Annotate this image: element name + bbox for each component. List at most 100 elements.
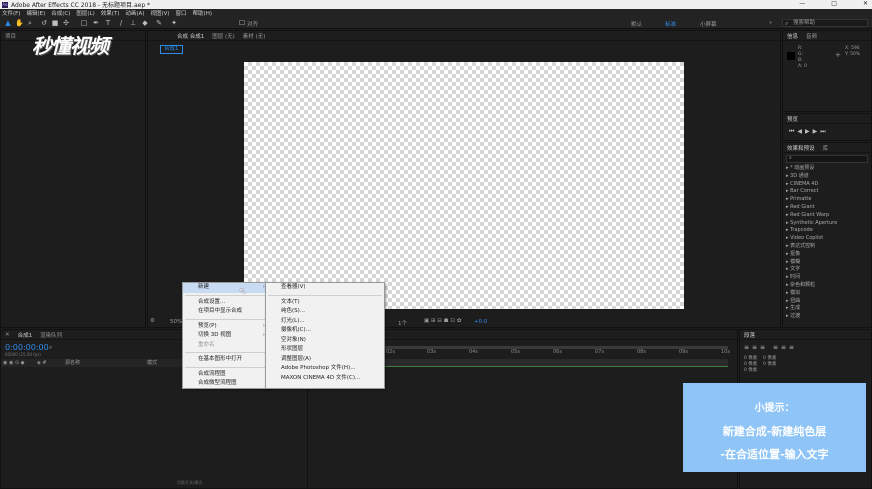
eraser-tool-icon[interactable]: ◆ bbox=[141, 19, 149, 27]
workspace-more-icon[interactable]: » bbox=[769, 20, 772, 26]
view-layout-select[interactable]: 1个 bbox=[398, 319, 407, 327]
submenu-item-text[interactable]: 文本(T) bbox=[266, 298, 384, 308]
effects-item[interactable]: ▸ Red Giant Warp bbox=[783, 212, 871, 220]
rectangle-tool-icon[interactable]: □ bbox=[80, 19, 88, 27]
maximize-button[interactable]: □ bbox=[831, 0, 837, 7]
menu-view[interactable]: 视图(V) bbox=[150, 9, 169, 17]
tab-info[interactable]: 信息 bbox=[787, 32, 798, 40]
puppet-tool-icon[interactable]: ✦ bbox=[170, 19, 178, 27]
effects-item[interactable]: ▸ 抠像 bbox=[783, 251, 871, 259]
menu-item-preview[interactable]: 预览(P) › bbox=[183, 322, 269, 332]
effects-item[interactable]: ▸ Trapcode bbox=[783, 227, 871, 235]
zoom-select[interactable]: 50% bbox=[170, 319, 182, 325]
effects-item[interactable]: ▸ 模拟 bbox=[783, 290, 871, 298]
effects-item[interactable]: ▸ Bar Correct bbox=[783, 188, 871, 196]
menu-item-reveal-in-project[interactable]: 在项目中显示合成 bbox=[183, 307, 269, 317]
menu-window[interactable]: 窗口 bbox=[176, 9, 187, 17]
search-help-field[interactable]: ⌕ 搜索帮助 bbox=[782, 19, 868, 27]
effects-item[interactable]: ▸ Primatte bbox=[783, 196, 871, 204]
submenu-item-adjustment-layer[interactable]: 调整图层(A) bbox=[266, 355, 384, 365]
submenu-item-shape-layer[interactable]: 形状图层 bbox=[266, 345, 384, 355]
composition-breadcrumb[interactable]: 合成1 bbox=[160, 45, 183, 54]
brush-tool-icon[interactable]: / bbox=[117, 19, 125, 27]
submenu-item-null-object[interactable]: 空对象(N) bbox=[266, 336, 384, 346]
close-tab-icon[interactable]: ✕ bbox=[5, 332, 10, 338]
submenu-item-solid[interactable]: 纯色(S)... bbox=[266, 307, 384, 317]
timecode-display[interactable]: 0:00:00:00 bbox=[5, 343, 49, 352]
effects-item[interactable]: ▸ CINEMA 4D bbox=[783, 181, 871, 189]
tab-layer[interactable]: 图层 (无) bbox=[212, 32, 235, 40]
workspace-default[interactable]: 默认 bbox=[631, 20, 642, 28]
tab-effects-presets[interactable]: 效果和预设 bbox=[787, 144, 815, 152]
submenu-item-light[interactable]: 灯光(L)... bbox=[266, 317, 384, 327]
col-source-name[interactable]: 源名称 bbox=[65, 359, 80, 367]
effects-item[interactable]: ▸ 表达式控制 bbox=[783, 243, 871, 251]
switches-icon[interactable]: ◉ ◉ ⊙ ◆ bbox=[3, 359, 25, 367]
minimize-button[interactable]: — bbox=[799, 0, 805, 7]
composition-canvas[interactable] bbox=[244, 62, 684, 309]
submenu-item-photoshop-file[interactable]: Adobe Photoshop 文件(H)... bbox=[266, 364, 384, 374]
menu-help[interactable]: 帮助(H) bbox=[193, 9, 212, 17]
tab-render-queue[interactable]: 渲染队列 bbox=[40, 331, 62, 339]
exposure-value[interactable]: +0.0 bbox=[474, 319, 487, 325]
toggle-switches-modes[interactable]: 切换开关/模式 bbox=[177, 480, 202, 486]
menu-file[interactable]: 文件(F) bbox=[2, 9, 20, 17]
menu-item-comp-settings[interactable]: 合成设置... bbox=[183, 298, 269, 308]
col-mode[interactable]: 模式 bbox=[147, 359, 157, 367]
tab-composition[interactable]: 合成 合成1 bbox=[177, 32, 204, 40]
menu-effect[interactable]: 效果(T) bbox=[101, 9, 120, 17]
zoom-tool-icon[interactable]: ⌕ bbox=[26, 19, 34, 27]
submenu-item-camera[interactable]: 摄像机(C)... bbox=[266, 326, 384, 336]
pan-behind-tool-icon[interactable]: ✣ bbox=[62, 19, 70, 27]
menu-item-comp-mini-flowchart[interactable]: 合成微型流程图 bbox=[183, 379, 269, 389]
effects-item[interactable]: ▸ Synthetic Aperture bbox=[783, 220, 871, 228]
menu-animation[interactable]: 动画(A) bbox=[125, 9, 144, 17]
effects-item[interactable]: ▸ 时间 bbox=[783, 274, 871, 282]
close-button[interactable]: ✕ bbox=[863, 0, 868, 7]
clone-stamp-tool-icon[interactable]: ⊥ bbox=[129, 19, 137, 27]
selection-tool-icon[interactable]: ▲ bbox=[4, 19, 12, 27]
roto-brush-tool-icon[interactable]: ✎ bbox=[155, 19, 163, 27]
menu-item-comp-flowchart[interactable]: 合成流程图 bbox=[183, 370, 269, 380]
tab-preview[interactable]: 预览 bbox=[787, 115, 798, 123]
rotate-tool-icon[interactable]: ↺ bbox=[40, 19, 48, 27]
submenu-item-cinema4d-file[interactable]: MAXON CINEMA 4D 文件(C)... bbox=[266, 374, 384, 384]
effects-item[interactable]: ▸ * 动画预设 bbox=[783, 165, 871, 173]
text-tool-icon[interactable]: T bbox=[104, 19, 112, 27]
workspace-standard[interactable]: 标准 bbox=[665, 20, 676, 28]
align-buttons[interactable]: ≡≡≡ ≡≡≡ bbox=[744, 344, 797, 351]
tab-audio[interactable]: 音频 bbox=[806, 32, 817, 40]
submenu-item-viewer[interactable]: 查看器(V) bbox=[266, 283, 384, 293]
effects-item[interactable]: ▸ 生成 bbox=[783, 305, 871, 313]
context-menu: 新建 › 合成设置... 在项目中显示合成 预览(P) › 切换 3D 视图 › 重命… bbox=[182, 282, 270, 389]
magnify-icon[interactable]: ⚙ bbox=[150, 318, 155, 324]
ruler-tick: 10s bbox=[721, 349, 730, 355]
effects-item[interactable]: ▸ 3D 通道 bbox=[783, 173, 871, 181]
workspace-small-screen[interactable]: 小屏幕 bbox=[700, 20, 717, 28]
effects-item[interactable]: ▸ 过渡 bbox=[783, 313, 871, 321]
tab-project[interactable]: 项目 bbox=[5, 32, 16, 40]
tab-libraries[interactable]: 库 bbox=[823, 144, 829, 152]
snap-checkbox-icon[interactable]: ☐ bbox=[238, 19, 246, 27]
timeline-search-input[interactable]: ⌕ bbox=[49, 344, 109, 352]
hand-tool-icon[interactable]: ✋ bbox=[15, 19, 24, 27]
effects-item[interactable]: ▸ Red Giant bbox=[783, 204, 871, 212]
menu-item-open-essential-graphics[interactable]: 在基本图形中打开 bbox=[183, 355, 269, 365]
tab-timeline-comp[interactable]: 合成1 bbox=[18, 331, 33, 339]
indent-values[interactable]: 0 像素 0 像素 0 像素 0 像素 0 像素 bbox=[744, 356, 776, 374]
effects-item[interactable]: ▸ 杂色和颗粒 bbox=[783, 282, 871, 290]
view-options-icon[interactable]: ▣ ⊞ ⊟ ☗ ⊡ ✿ bbox=[424, 318, 461, 324]
tab-footage[interactable]: 素材 (无) bbox=[243, 32, 266, 40]
menu-item-new[interactable]: 新建 › bbox=[183, 283, 269, 293]
tab-paragraph[interactable]: 段落 bbox=[744, 331, 755, 339]
effects-item[interactable]: ▸ 文字 bbox=[783, 266, 871, 274]
menu-composition[interactable]: 合成(C) bbox=[51, 9, 70, 17]
pen-tool-icon[interactable]: ✒ bbox=[92, 19, 100, 27]
playback-controls[interactable]: ⏮◀▶▶⏭ bbox=[789, 128, 829, 136]
menu-edit[interactable]: 编辑(E) bbox=[26, 9, 45, 17]
menu-item-switch-3d-view[interactable]: 切换 3D 视图 › bbox=[183, 331, 269, 341]
camera-tool-icon[interactable]: ■ bbox=[51, 19, 59, 27]
effects-search-input[interactable]: ⌕ bbox=[786, 155, 868, 163]
effects-item[interactable]: ▸ Video Copilot bbox=[783, 235, 871, 243]
menu-layer[interactable]: 图层(L) bbox=[76, 9, 94, 17]
